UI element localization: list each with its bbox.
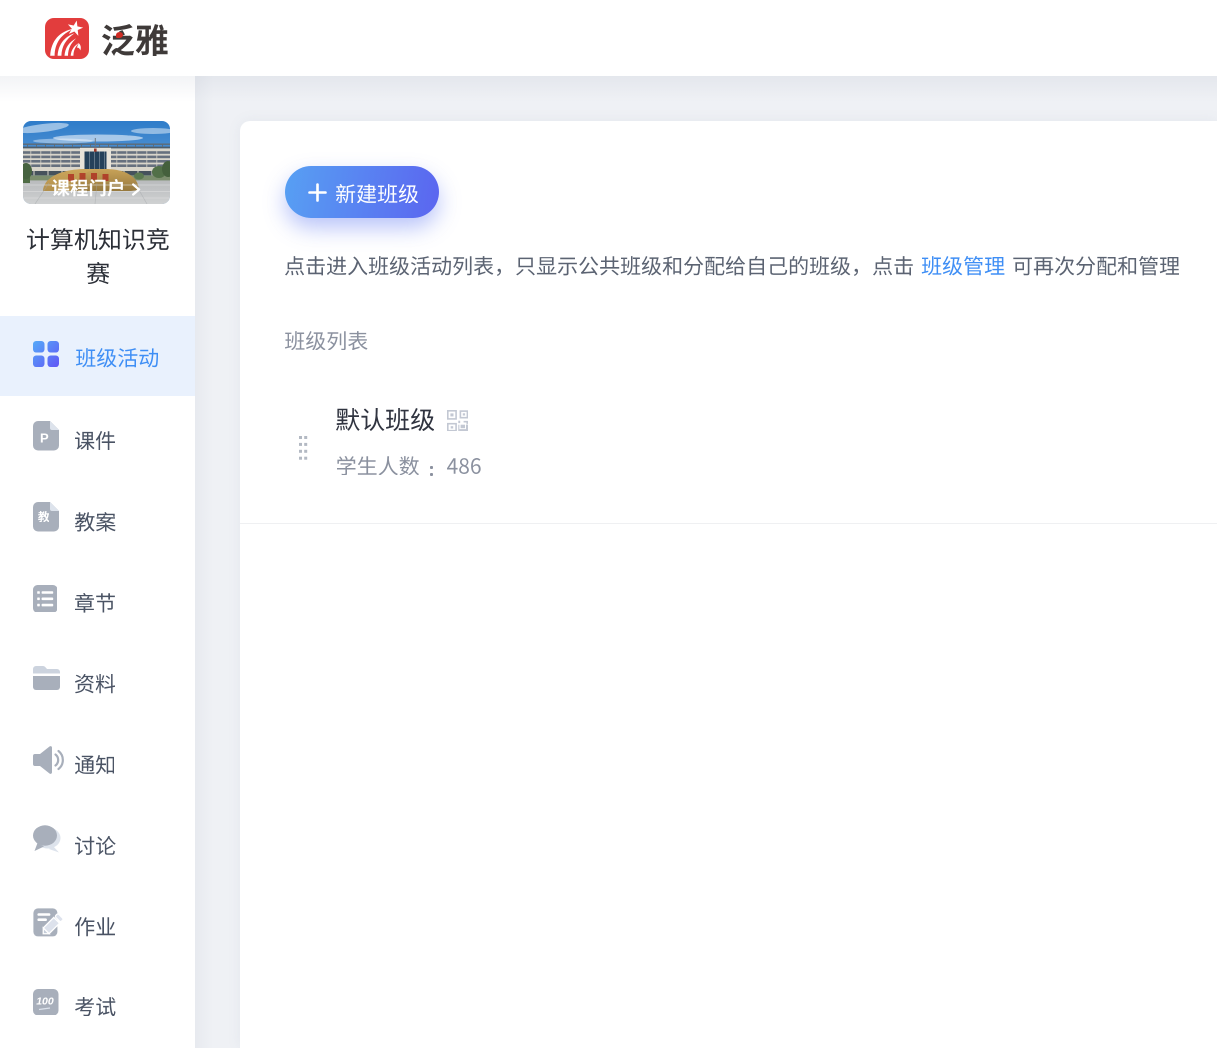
svg-text:100: 100 [36,995,54,1007]
svg-text:P: P [40,431,49,446]
